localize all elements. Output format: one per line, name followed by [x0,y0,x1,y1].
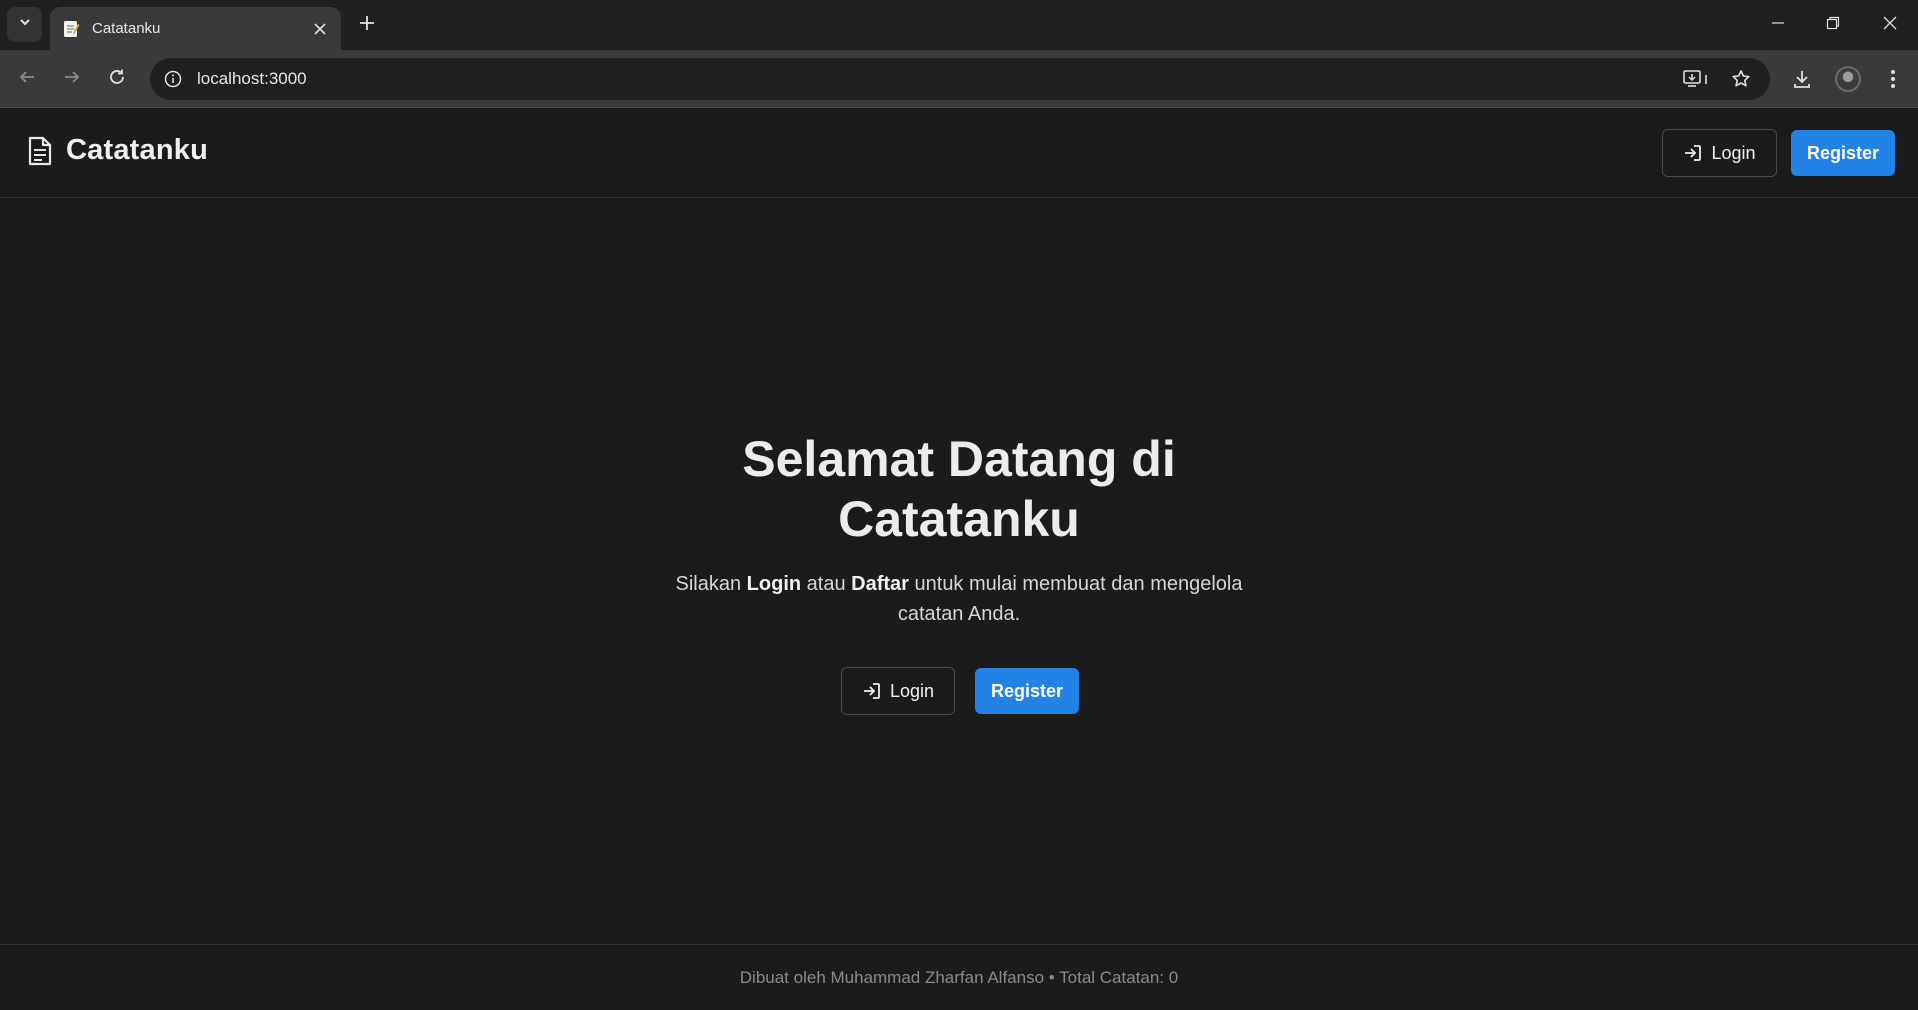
download-icon[interactable] [1785,62,1819,96]
menu-dots-icon[interactable] [1876,62,1910,96]
hero-login-label: Login [889,680,935,701]
document-icon [26,135,54,167]
forward-button[interactable] [55,62,89,96]
forward-icon [63,68,81,91]
hero-sub-login-word: Login [746,573,802,595]
nav-register-label: Register [1806,142,1880,163]
star-icon[interactable] [1726,64,1756,94]
close-icon [1883,16,1897,35]
restore-icon [1826,16,1840,35]
hero-title: Selamat Datang di Catatanku [559,429,1359,549]
url-text: localhost:3000 [197,69,307,88]
minimize-button[interactable] [1753,5,1803,45]
page-content: Catatanku Login Register Selamat Datang … [0,109,1918,1010]
brand-name: Catatanku [66,134,208,166]
hero-subtitle: Silakan Login atau Daftar untuk mulai me… [659,569,1259,629]
info-icon[interactable] [158,64,188,94]
tab-search-button[interactable] [7,7,42,42]
tab-title: Catatanku [92,20,161,37]
footer-text: Dibuat oleh Muhammad Zharfan Alfanso • T… [739,967,1179,987]
nav-register-button[interactable]: Register [1791,130,1895,176]
back-button[interactable] [10,62,44,96]
install-app-icon[interactable] [1676,64,1716,94]
back-icon [18,68,36,91]
restore-button[interactable] [1808,5,1858,45]
profile-avatar[interactable] [1831,62,1865,96]
hero-sub-text: Silakan [675,573,747,595]
reload-button[interactable] [100,62,134,96]
reload-icon [108,68,126,91]
hero-sub-text: untuk mulai membuat dan mengelola catata… [897,573,1243,625]
hero-sub-daftar-word: Daftar [851,573,909,595]
minimize-icon [1771,16,1785,35]
login-icon [862,681,882,701]
avatar [1835,66,1861,92]
memo-icon [62,20,80,38]
hero-register-button[interactable]: Register [975,668,1079,714]
new-tab-button[interactable] [352,10,382,40]
hero-title-line2: Catatanku [838,491,1080,547]
hero-sub-text: atau [801,573,852,595]
login-icon [1683,143,1703,163]
brand[interactable]: Catatanku [26,134,208,167]
nav-login-label: Login [1711,142,1756,163]
nav-login-button[interactable]: Login [1662,129,1777,177]
browser-toolbar: localhost:3000 [0,50,1918,108]
close-icon[interactable] [309,18,331,40]
address-bar[interactable]: localhost:3000 [150,58,1770,100]
browser-tab-active[interactable]: Catatanku [50,7,341,50]
close-window-button[interactable] [1865,5,1915,45]
browser-tabstrip: Catatanku [0,0,1918,50]
hero-login-button[interactable]: Login [841,667,955,715]
footer: Dibuat oleh Muhammad Zharfan Alfanso • T… [0,944,1918,1010]
hero-title-line1: Selamat Datang di [742,431,1176,487]
app-navbar: Catatanku Login Register [0,109,1918,198]
plus-icon [359,15,375,36]
hero-register-label: Register [990,680,1064,701]
chevron-down-icon [18,15,32,34]
